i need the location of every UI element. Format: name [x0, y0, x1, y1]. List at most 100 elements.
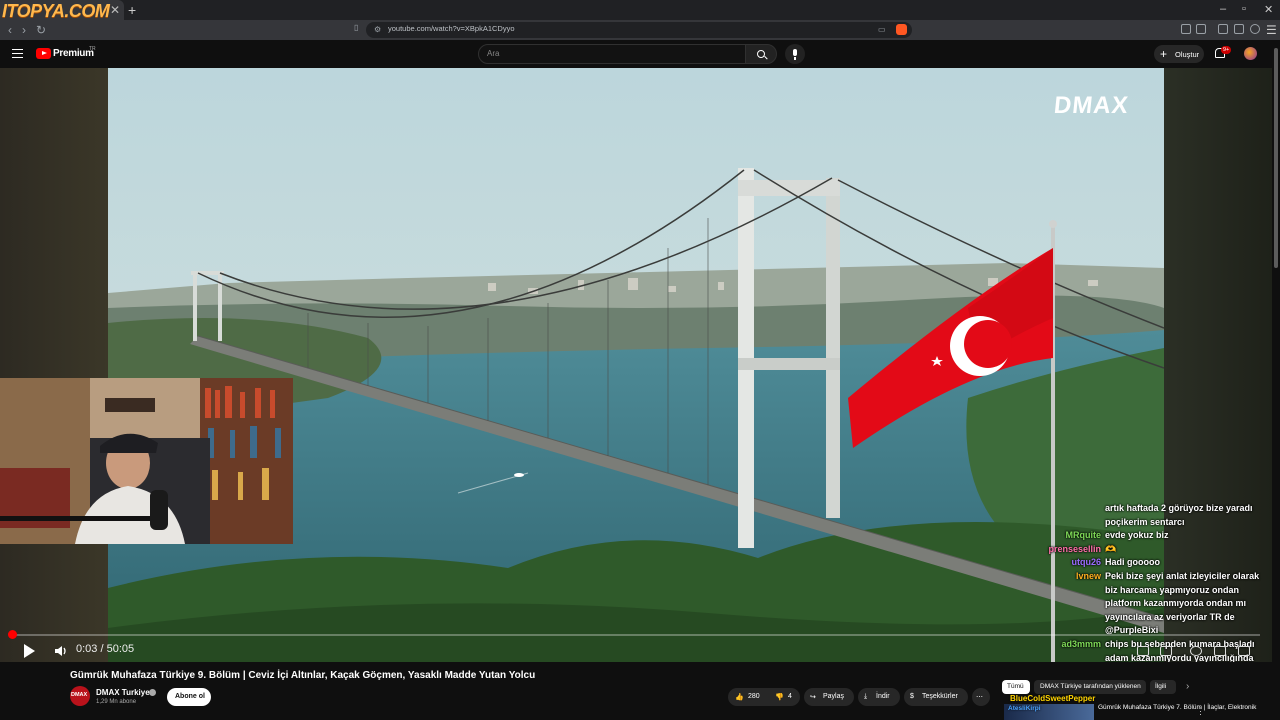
chat-text: Hadi gooooo	[1105, 557, 1160, 568]
play-icon[interactable]	[24, 644, 35, 658]
page-scrollbar[interactable]	[1272, 40, 1280, 720]
screen-icon[interactable]: ▭	[878, 25, 886, 34]
progress-scrubber[interactable]	[8, 630, 17, 639]
thumbs-up-icon[interactable]: 👍	[735, 693, 744, 701]
subscribe-button[interactable]: Abone ol	[167, 688, 211, 706]
chat-username	[1008, 502, 1105, 516]
notifications-badge: 9+	[1221, 46, 1232, 54]
video-frame[interactable]: DMAX	[108, 68, 1164, 662]
address-bar[interactable]: ⚙ youtube.com/watch?v=XBpkA1CDyyo ▭	[366, 22, 912, 38]
theater-mode-icon[interactable]	[1238, 646, 1250, 656]
like-dislike-group: 👍 280 👎 4	[728, 688, 800, 706]
chat-text: poçikerim sentarcı	[1105, 516, 1185, 527]
autoplay-icon[interactable]	[1137, 646, 1149, 656]
video-title: Gümrük Muhafaza Türkiye 9. Bölüm | Ceviz…	[70, 670, 536, 681]
progress-bar[interactable]	[12, 634, 1260, 636]
chip-label: İlgili	[1155, 683, 1167, 690]
back-icon[interactable]: ‹	[8, 23, 12, 37]
thanks-icon: $	[910, 693, 914, 700]
chat-message: utqu26 Hadi gooooo	[1008, 556, 1272, 570]
recommended-title[interactable]: Gümrük Muhafaza Türkiye 7. Bölüm | İlaçl…	[1098, 704, 1256, 711]
chat-username: prensesellin	[1048, 543, 1101, 554]
streamer-webcam	[0, 378, 293, 544]
miniplayer-icon[interactable]	[1214, 646, 1226, 656]
channel-avatar[interactable]: DMAX	[70, 686, 90, 706]
chat-username	[1008, 516, 1105, 530]
browser-tab-bar: ITOPYA.COM ✕ + – ▫ ✕	[0, 0, 1280, 20]
chat-username: AtesliKirpi	[1008, 705, 1041, 712]
verified-icon	[149, 689, 156, 696]
time-display: 0:03 / 50:05	[76, 643, 135, 655]
new-tab-button[interactable]: +	[128, 2, 136, 18]
minimize-icon[interactable]: –	[1220, 3, 1226, 15]
more-vert-icon[interactable]: ⋮	[1196, 706, 1205, 717]
download-button[interactable]: ⤓ İndir	[858, 688, 900, 706]
chip-related[interactable]: İlgili	[1150, 680, 1176, 694]
wallet-icon[interactable]	[1196, 24, 1206, 34]
maximize-icon[interactable]: ▫	[1242, 3, 1246, 15]
ambient-left	[0, 68, 108, 662]
hamburger-menu-icon[interactable]	[12, 49, 23, 58]
channel-name[interactable]: DMAX Turkiye	[96, 688, 150, 697]
scrollbar-thumb[interactable]	[1274, 48, 1278, 268]
chat-message: poçikerim sentarcı	[1008, 516, 1272, 530]
share-button[interactable]: ↪ Paylaş	[804, 688, 854, 706]
thanks-button[interactable]: $ Teşekkürler	[904, 688, 968, 706]
share-label: Paylaş	[823, 693, 845, 700]
microphone-icon	[793, 49, 797, 60]
search-icon	[757, 50, 765, 58]
subscriber-count: 1,29 Mn abone	[96, 699, 137, 705]
chat-message: lvnew Peki bize şeyi anlat izleyiciler ol…	[1008, 570, 1272, 638]
voice-search-button[interactable]	[785, 44, 805, 64]
plus-icon: +	[1160, 47, 1168, 61]
video-player[interactable]: DMAX artık haftada 2 görüyoz bize yaradı…	[0, 68, 1272, 662]
search-button[interactable]	[745, 44, 777, 64]
youtube-brand[interactable]: Premium	[53, 48, 94, 59]
url-text: youtube.com/watch?v=XBpkA1CDyyo	[388, 24, 515, 33]
share-icon: ↪	[810, 694, 816, 701]
chat-text: evde yokuz biz	[1105, 530, 1169, 541]
channel-avatar-text: DMAX	[71, 692, 88, 698]
chat-username: MRquite	[1065, 530, 1102, 541]
settings-icon[interactable]	[1190, 646, 1202, 656]
account-icon[interactable]	[1250, 24, 1260, 34]
chat-text: Peki bize şeyi anlat izleyiciler olarak …	[1105, 570, 1260, 636]
more-icon: ⋯	[976, 694, 983, 701]
dislike-count[interactable]: 4	[788, 693, 792, 700]
chat-text: 🫶	[1105, 543, 1117, 554]
site-logo: ITOPYA.COM	[2, 1, 110, 21]
subscribe-label: Abone ol	[175, 693, 205, 700]
sidebar-icon[interactable]	[1218, 24, 1228, 34]
thumbs-down-icon[interactable]: 👎	[775, 693, 784, 701]
bookmark-icon[interactable]: ▯	[354, 23, 358, 32]
shield-icon[interactable]	[1234, 24, 1244, 34]
like-count[interactable]: 280	[748, 693, 760, 700]
brave-shield-icon[interactable]	[896, 24, 907, 35]
user-avatar[interactable]	[1244, 47, 1257, 60]
site-info-icon[interactable]: ⚙	[374, 25, 381, 34]
chat-username: lvnew	[1075, 570, 1101, 581]
bridge-scene	[108, 68, 1164, 662]
chat-message: MRquite evde yokuz biz	[1008, 529, 1272, 543]
thanks-label: Teşekkürler	[922, 693, 958, 700]
more-actions-button[interactable]: ⋯	[972, 688, 990, 706]
chip-all[interactable]: Tümü	[1002, 680, 1030, 694]
volume-icon[interactable]	[54, 645, 68, 657]
chat-username: ad3mmm	[1061, 638, 1101, 649]
browser-tab[interactable]: ITOPYA.COM ✕	[0, 0, 124, 20]
create-button[interactable]: + Oluştur	[1154, 45, 1204, 63]
chip-channel[interactable]: DMAX Türkiye tarafından yüklenen	[1034, 680, 1146, 694]
download-label: İndir	[876, 693, 890, 700]
region-label: TR	[89, 46, 96, 52]
menu-icon[interactable]: ☰	[1266, 23, 1277, 37]
chevron-right-icon[interactable]: ›	[1186, 681, 1189, 692]
reload-icon[interactable]: ↻	[36, 23, 46, 37]
forward-icon[interactable]: ›	[22, 23, 26, 37]
live-chat-overlay: artık haftada 2 görüyoz bize yaradı poçi…	[1008, 502, 1272, 662]
extension-icon[interactable]	[1181, 24, 1191, 34]
youtube-logo-icon[interactable]	[36, 48, 51, 59]
search-input[interactable]: Ara	[478, 44, 746, 64]
subtitles-icon[interactable]	[1160, 646, 1172, 656]
tab-close-icon[interactable]: ✕	[110, 3, 120, 17]
close-window-icon[interactable]: ✕	[1264, 3, 1273, 16]
